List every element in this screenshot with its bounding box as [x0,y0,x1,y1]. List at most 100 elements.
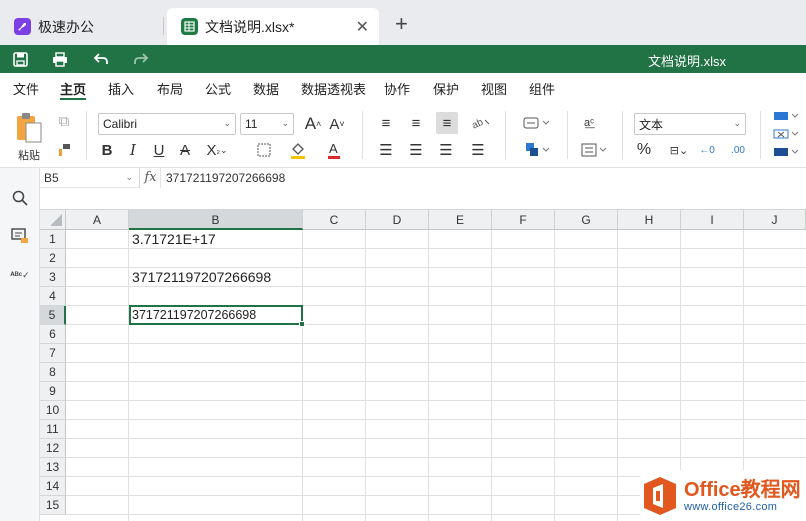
menu-file[interactable]: 文件 [13,79,39,98]
row-header-10[interactable]: 10 [40,401,66,420]
row-header-7[interactable]: 7 [40,344,66,363]
row-header-3[interactable]: 3 [40,268,66,287]
ribbon-divider [86,111,87,159]
number-format-select[interactable]: 文本 ⌄ [634,113,746,135]
save-icon[interactable] [10,49,30,69]
menu-protect[interactable]: 保护 [433,79,459,98]
font-size-select[interactable]: 11 ⌄ [240,113,294,135]
row-header-15[interactable]: 15 [40,496,66,515]
row-header-8[interactable]: 8 [40,363,66,382]
select-all-corner[interactable] [40,210,66,230]
subscript-icon[interactable]: X ₂⌄ [202,140,232,160]
column-header-f[interactable]: F [492,210,555,230]
chevron-down-icon: ⌄ [125,172,133,182]
column-header-c[interactable]: C [303,210,366,230]
row-header-6[interactable]: 6 [40,325,66,344]
decrease-font-icon[interactable]: A ˅ [328,113,346,135]
new-tab-plus-icon[interactable]: + [395,11,408,37]
insert-cells-icon[interactable] [772,109,800,123]
increase-font-icon[interactable]: A ˄ [304,113,322,135]
search-icon[interactable] [10,188,30,208]
quick-access-bar: 文档说明.xlsx [0,45,806,73]
copy-icon[interactable]: ⧉ [55,112,73,130]
paste-icon[interactable] [12,111,46,145]
column-header-d[interactable]: D [366,210,429,230]
currency-icon[interactable]: ⊟⌄ [664,140,694,160]
tab-home[interactable]: 极速办公 [0,8,163,45]
row-header-2[interactable]: 2 [40,249,66,268]
grid-line [66,400,806,401]
row-header-4[interactable]: 4 [40,287,66,306]
row-header-11[interactable]: 11 [40,420,66,439]
align-top-icon[interactable]: ≡ [376,114,396,132]
row-header-1[interactable]: 1 [40,230,66,249]
name-box[interactable]: B5 ⌄ [40,168,140,188]
font-size-value: 11 [245,117,258,131]
tab-bar: 极速办公 文档说明.xlsx* ✕ + [0,0,806,45]
row-header-13[interactable]: 13 [40,458,66,477]
align-bottom-icon[interactable]: ≡ [436,112,458,134]
print-icon[interactable] [50,49,70,69]
align-right-icon[interactable]: ☰ [436,141,456,159]
bold-icon[interactable]: B [98,140,116,160]
column-header-e[interactable]: E [429,210,492,230]
column-header-a[interactable]: A [66,210,129,230]
function-icon[interactable]: fx [141,168,161,188]
decrease-decimal-icon[interactable]: ←0 [697,140,717,160]
menu-pivot-table[interactable]: 数据透视表 [301,79,366,98]
column-header-h[interactable]: H [618,210,681,230]
redo-icon[interactable] [131,49,151,69]
text-orientation-icon[interactable]: ab [468,114,494,132]
column-header-i[interactable]: I [681,210,744,230]
format-painter-icon[interactable] [55,141,73,159]
row-header-5[interactable]: 5 [40,306,66,325]
merge-cells-icon[interactable] [520,141,552,159]
increase-decimal-icon[interactable]: .00 [727,140,749,160]
italic-icon[interactable]: I [124,140,142,160]
comments-icon[interactable] [10,226,30,246]
align-center-icon[interactable]: ☰ [406,141,426,159]
strikethrough-icon[interactable]: A [176,140,194,160]
column-header-g[interactable]: G [555,210,618,230]
row-header-12[interactable]: 12 [40,439,66,458]
delete-cells-icon[interactable] [772,127,800,141]
menu-view[interactable]: 视图 [481,79,507,98]
fill-handle[interactable] [299,321,305,327]
grid-line [554,230,555,521]
percent-icon[interactable]: % [634,140,654,160]
justify-icon[interactable]: ☰ [468,141,488,159]
spreadsheet-icon [181,18,198,35]
menu-insert[interactable]: 插入 [108,79,134,98]
clear-format-icon[interactable]: a͟ᶜ [578,112,600,134]
menu-home[interactable]: 主页 [60,79,86,98]
cell-b3[interactable]: 371721197207266698 [129,268,303,287]
format-cells-icon[interactable] [772,145,800,159]
undo-icon[interactable] [91,49,111,69]
menu-layout[interactable]: 布局 [157,79,183,98]
column-header-b[interactable]: B [129,210,303,230]
underline-icon[interactable]: U [150,140,168,160]
row-header-14[interactable]: 14 [40,477,66,496]
menu-collaborate[interactable]: 协作 [384,79,410,98]
menu-components[interactable]: 组件 [529,79,555,98]
close-tab-icon[interactable]: ✕ [356,17,369,37]
column-header-j[interactable]: J [744,210,806,230]
row-header-9[interactable]: 9 [40,382,66,401]
formula-input[interactable]: 371721197207266698 [166,171,285,185]
align-left-icon[interactable]: ☰ [376,141,396,159]
chevron-down-icon: ⌄ [281,118,289,128]
menu-formula[interactable]: 公式 [205,79,231,98]
watermark-url: www.office26.com [684,500,778,513]
fill-color-icon[interactable] [284,139,312,161]
font-color-icon[interactable]: A [320,139,348,161]
align-middle-icon[interactable]: ≡ [406,114,426,132]
cell-b1[interactable]: 3.71721E+17 [129,230,303,249]
borders-icon[interactable] [250,140,278,160]
tab-document[interactable]: 文档说明.xlsx* ✕ [167,8,379,45]
font-name-select[interactable]: Calibri ⌄ [98,113,236,135]
find-replace-icon[interactable] [578,140,610,160]
wrap-text-icon[interactable] [520,114,552,132]
menu-data[interactable]: 数据 [253,79,279,98]
spellcheck-icon[interactable]: ᴬᴮᶜ✓ [10,265,30,285]
paste-label[interactable]: 粘贴 [18,147,40,163]
